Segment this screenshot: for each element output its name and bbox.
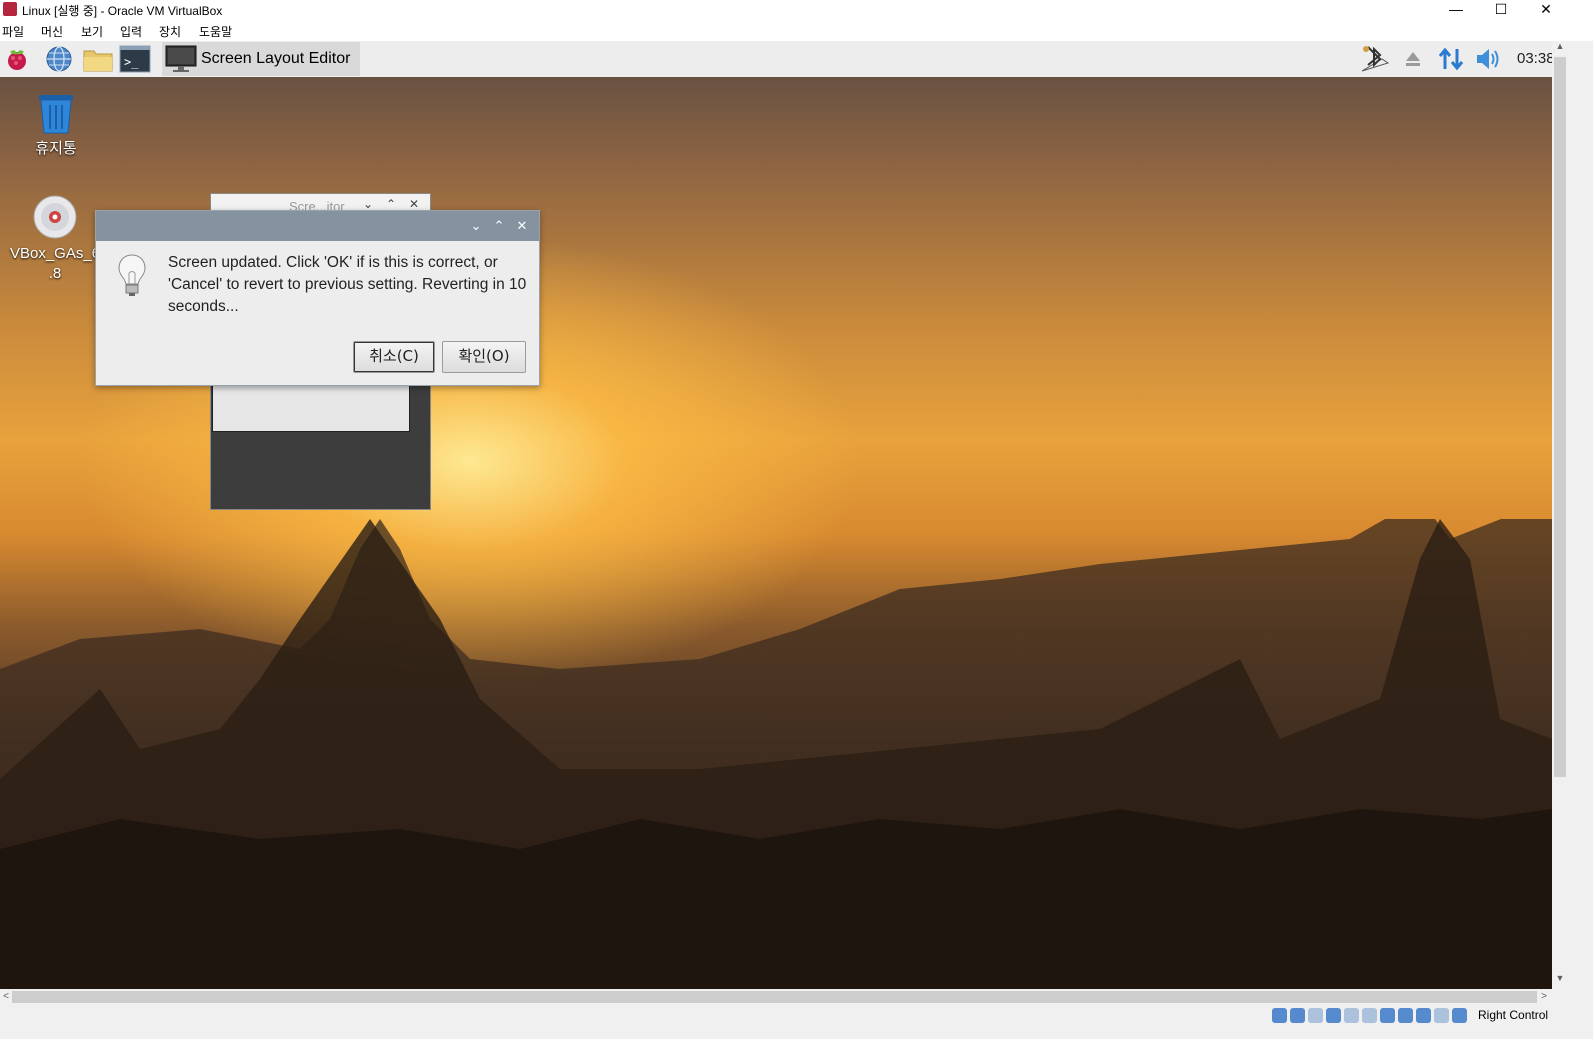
- ok-button[interactable]: 확인(O): [442, 341, 526, 373]
- wallpaper-landscape: [0, 519, 1552, 989]
- optical-drive-icon[interactable]: [1290, 1008, 1305, 1023]
- menu-devices[interactable]: 장치: [159, 23, 181, 40]
- volume-icon[interactable]: [1474, 44, 1504, 74]
- shared-folders-icon[interactable]: [1362, 1008, 1377, 1023]
- scroll-right-arrow[interactable]: >: [1538, 989, 1550, 1005]
- cd-icon: [33, 195, 77, 239]
- vertical-scrollbar[interactable]: ▲ ▼: [1552, 41, 1568, 989]
- chevron-up-icon[interactable]: ⌃: [386, 197, 396, 211]
- menu-help[interactable]: 도움말: [199, 23, 232, 40]
- clock[interactable]: 03:38: [1517, 50, 1552, 67]
- file-manager-icon[interactable]: [82, 44, 114, 74]
- virtualbox-titlebar: Linux [실행 중] - Oracle VM VirtualBox — ☐ …: [0, 0, 1593, 20]
- network-icon[interactable]: [1326, 1008, 1341, 1023]
- desktop-icon-trash[interactable]: 휴지통: [22, 89, 90, 159]
- top-panel: >_ Screen Layout Editor 03:38: [0, 41, 1552, 77]
- virtualbox-app-icon: [3, 2, 17, 16]
- close-button[interactable]: ✕: [1523, 0, 1569, 20]
- recording-icon[interactable]: [1398, 1008, 1413, 1023]
- close-icon[interactable]: ✕: [409, 197, 419, 211]
- usb-icon[interactable]: [1344, 1008, 1359, 1023]
- desktop-icon-vbox-gas[interactable]: VBox_GAs_6 .8: [2, 194, 108, 284]
- cancel-button[interactable]: 취소(C): [353, 341, 435, 373]
- monitor-icon: [165, 45, 197, 72]
- menu-machine[interactable]: 머신: [41, 23, 63, 40]
- display-icon[interactable]: [1380, 1008, 1395, 1023]
- menu-view[interactable]: 보기: [81, 23, 103, 40]
- dialog-message: Screen updated. Click 'OK' if is this is…: [168, 254, 527, 315]
- virtualbox-statusbar: Right Control: [0, 1005, 1593, 1039]
- bluetooth-icon[interactable]: [1357, 44, 1393, 74]
- device-status-icons: [1272, 1008, 1467, 1024]
- eject-icon[interactable]: [1400, 44, 1426, 74]
- vertical-scroll-thumb[interactable]: [1554, 57, 1566, 777]
- host-key-label: Right Control: [1478, 1008, 1549, 1022]
- mouse-integration-icon[interactable]: [1434, 1008, 1449, 1023]
- scroll-down-arrow[interactable]: ▼: [1552, 973, 1568, 987]
- maximize-icon[interactable]: ⌃: [489, 217, 509, 235]
- scroll-left-arrow[interactable]: <: [0, 989, 12, 1005]
- terminal-icon[interactable]: >_: [119, 44, 151, 74]
- desktop-icon-label: 휴지통: [35, 140, 77, 157]
- trash-icon: [39, 95, 73, 134]
- taskbar-item-screen-layout-editor[interactable]: Screen Layout Editor: [162, 42, 360, 76]
- window-title: Linux [실행 중] - Oracle VM VirtualBox: [22, 4, 223, 18]
- hard-disk-icon[interactable]: [1272, 1008, 1287, 1023]
- dialog-close-icon[interactable]: ✕: [512, 217, 532, 235]
- keyboard-capture-icon[interactable]: [1452, 1008, 1467, 1023]
- svg-text:>_: >_: [124, 55, 139, 69]
- desktop-icon-label-line1: VBox_GAs_6: [9, 245, 101, 262]
- scroll-up-arrow[interactable]: ▲: [1552, 41, 1568, 55]
- chevron-down-icon[interactable]: ⌄: [363, 197, 373, 211]
- horizontal-scrollbar[interactable]: < >: [0, 989, 1552, 1005]
- minimize-button[interactable]: —: [1433, 0, 1479, 20]
- dialog-titlebar: ⌄ ⌃ ✕: [96, 211, 539, 241]
- menu-input[interactable]: 입력: [120, 23, 142, 40]
- raspberry-menu-icon[interactable]: [1, 44, 33, 74]
- lightbulb-icon: [118, 254, 146, 296]
- taskbar-item-label: Screen Layout Editor: [201, 50, 351, 67]
- audio-icon[interactable]: [1308, 1008, 1323, 1023]
- maximize-button[interactable]: ☐: [1478, 0, 1524, 20]
- web-browser-icon[interactable]: [43, 44, 75, 74]
- vt-x-icon[interactable]: [1416, 1008, 1431, 1023]
- virtualbox-menubar: 파일 머신 보기 입력 장치 도움말: [0, 20, 1593, 41]
- network-arrows-icon[interactable]: [1436, 44, 1466, 74]
- menu-file[interactable]: 파일: [2, 23, 24, 40]
- horizontal-scroll-thumb[interactable]: [12, 991, 1537, 1003]
- guest-display[interactable]: >_ Screen Layout Editor 03:38 휴지통 VBox_G…: [0, 41, 1552, 989]
- minimize-icon[interactable]: ⌄: [466, 217, 486, 235]
- desktop-icon-label-line2: .8: [48, 265, 62, 282]
- confirm-screen-dialog: ⌄ ⌃ ✕ Screen updated. Click 'OK' if is t…: [95, 210, 540, 386]
